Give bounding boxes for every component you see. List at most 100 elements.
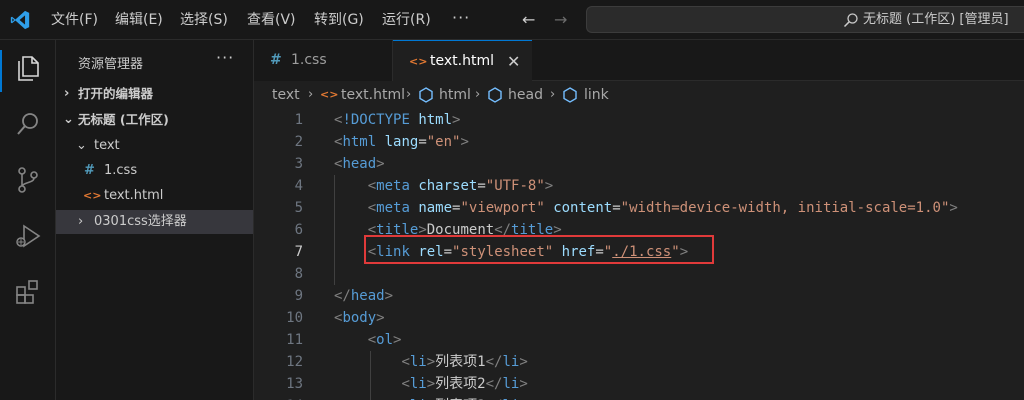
code-line: 9 </head> xyxy=(254,285,1024,307)
menu-edit[interactable]: 编辑(E) xyxy=(115,10,163,30)
code-text: <meta charset="UTF-8"> xyxy=(367,178,554,194)
menu-view[interactable]: 查看(V) xyxy=(247,10,296,30)
source-control-icon[interactable] xyxy=(12,164,44,196)
line-number: 4 xyxy=(294,178,303,194)
menu-go[interactable]: 转到(G) xyxy=(314,10,364,30)
forward-arrow-icon[interactable]: → xyxy=(554,10,567,30)
code-text: <li>列表项3</li> xyxy=(334,395,527,400)
tab-label: 1.css xyxy=(291,52,327,68)
line-number: 14 xyxy=(254,395,303,400)
editor-tabs: # 1.css <> text.html ✕ xyxy=(254,40,1024,81)
chevron-right-icon: › xyxy=(406,87,412,102)
chevron-down-icon: ⌄ xyxy=(63,112,74,127)
active-indicator xyxy=(0,50,2,92)
activity-bar xyxy=(0,40,56,400)
code-line: 14 <li>列表项3</li> xyxy=(254,395,1024,400)
line-number: 10 xyxy=(286,310,303,326)
chevron-right-icon: › xyxy=(550,87,556,102)
command-center-search[interactable]: 无标题 (工作区) [管理员] xyxy=(586,6,1024,33)
tab-1-css[interactable]: # 1.css xyxy=(254,40,393,81)
file-label: text.html xyxy=(104,188,164,203)
folder-label: 0301css选择器 xyxy=(94,214,187,229)
code-text: <head> xyxy=(334,156,385,172)
code-line: 8 xyxy=(254,263,1024,285)
search-icon xyxy=(843,13,858,28)
sidebar-more-button[interactable]: ··· xyxy=(216,48,234,67)
file-label: 1.css xyxy=(104,163,138,178)
code-text: <!DOCTYPE html> xyxy=(334,112,461,128)
code-line: 1 <!DOCTYPE html> xyxy=(254,109,1024,131)
explorer-sidebar: 资源管理器 ··· › 打开的编辑器 ⌄ 无标题 (工作区) ⌄ text # … xyxy=(56,40,254,400)
search-icon[interactable] xyxy=(12,108,44,140)
tree-file-html[interactable]: <> text.html xyxy=(56,184,253,208)
code-text: <meta name="viewport" content="width=dev… xyxy=(367,200,958,216)
menu-file[interactable]: 文件(F) xyxy=(51,10,98,30)
breadcrumb-head[interactable]: head xyxy=(508,81,543,109)
command-center-title: 无标题 (工作区) [管理员] xyxy=(863,12,1009,27)
menu-more-button[interactable]: ··· xyxy=(452,8,470,27)
tree-file-css[interactable]: # 1.css xyxy=(56,159,253,183)
line-number: 12 xyxy=(286,354,303,370)
code-text: <html lang="en"> xyxy=(334,134,469,150)
line-number: 8 xyxy=(294,266,303,282)
sidebar-title: 资源管理器 xyxy=(78,57,144,72)
close-icon[interactable]: ✕ xyxy=(507,41,520,82)
workspace-label: 无标题 (工作区) xyxy=(78,112,169,127)
code-line: 5 <meta name="viewport" content="width=d… xyxy=(254,197,1024,219)
chevron-right-icon: › xyxy=(475,87,481,102)
symbol-element-icon xyxy=(419,87,433,103)
vscode-logo-icon[interactable] xyxy=(9,9,31,31)
extensions-icon[interactable] xyxy=(12,276,44,308)
line-number: 11 xyxy=(286,332,303,348)
tab-label: text.html xyxy=(430,53,494,69)
workspace-section[interactable]: ⌄ 无标题 (工作区) xyxy=(56,108,253,132)
chevron-right-icon: › xyxy=(308,87,314,102)
line-number: 2 xyxy=(294,134,303,150)
css-file-icon: # xyxy=(270,52,282,68)
code-text: <li>列表项2</li> xyxy=(401,376,528,392)
chevron-down-icon: ⌄ xyxy=(76,138,87,153)
breadcrumb-folder[interactable]: text xyxy=(272,81,300,109)
html-file-icon: <> xyxy=(83,189,102,202)
code-line: 11 <ol> xyxy=(254,329,1024,351)
line-number: 1 xyxy=(294,112,303,128)
code-line: 3 <head> xyxy=(254,153,1024,175)
symbol-element-icon xyxy=(563,87,577,103)
symbol-element-icon xyxy=(488,87,502,103)
run-debug-icon[interactable] xyxy=(12,220,44,252)
html-file-icon: <> xyxy=(320,88,339,101)
chevron-right-icon: › xyxy=(78,214,84,229)
chevron-right-icon: › xyxy=(64,86,70,101)
breadcrumb: text › <> text.html › html › head › link xyxy=(254,81,1024,109)
code-line: 2 <html lang="en"> xyxy=(254,131,1024,153)
code-text: </head> xyxy=(334,288,394,304)
line-number: 5 xyxy=(294,200,303,216)
back-arrow-icon[interactable]: ← xyxy=(522,10,535,30)
css-file-icon: # xyxy=(84,163,95,178)
explorer-files-icon[interactable] xyxy=(12,52,44,84)
line-number: 7 xyxy=(294,244,303,260)
code-text: <ol> xyxy=(367,332,402,348)
title-bar: 文件(F) 编辑(E) 选择(S) 查看(V) 转到(G) 运行(R) ··· … xyxy=(0,0,1024,40)
menu-run[interactable]: 运行(R) xyxy=(382,10,431,30)
code-text: <li>列表项1</li> xyxy=(401,354,528,370)
code-text: <body> xyxy=(334,310,385,326)
tab-text-html[interactable]: <> text.html ✕ xyxy=(393,40,532,81)
breadcrumb-html[interactable]: html xyxy=(439,81,471,109)
code-line: 12 <li>列表项1</li> xyxy=(254,351,1024,373)
folder-label: text xyxy=(94,138,120,153)
html-file-icon: <> xyxy=(409,55,428,68)
tree-folder-collapsed[interactable]: › 0301css选择器 xyxy=(56,210,253,234)
menu-selection[interactable]: 选择(S) xyxy=(180,10,228,30)
highlight-annotation-box xyxy=(364,235,714,264)
breadcrumb-link[interactable]: link xyxy=(584,81,609,109)
open-editors-section[interactable]: › 打开的编辑器 xyxy=(56,82,253,106)
code-line: 4 <meta charset="UTF-8"> xyxy=(254,175,1024,197)
line-number: 13 xyxy=(286,376,303,392)
open-editors-label: 打开的编辑器 xyxy=(78,86,154,101)
breadcrumb-file[interactable]: text.html xyxy=(341,81,405,109)
code-line: 13 <li>列表项2</li> xyxy=(254,373,1024,395)
line-number: 3 xyxy=(294,156,303,172)
tree-folder-text[interactable]: ⌄ text xyxy=(56,134,253,158)
line-number: 9 xyxy=(294,288,303,304)
